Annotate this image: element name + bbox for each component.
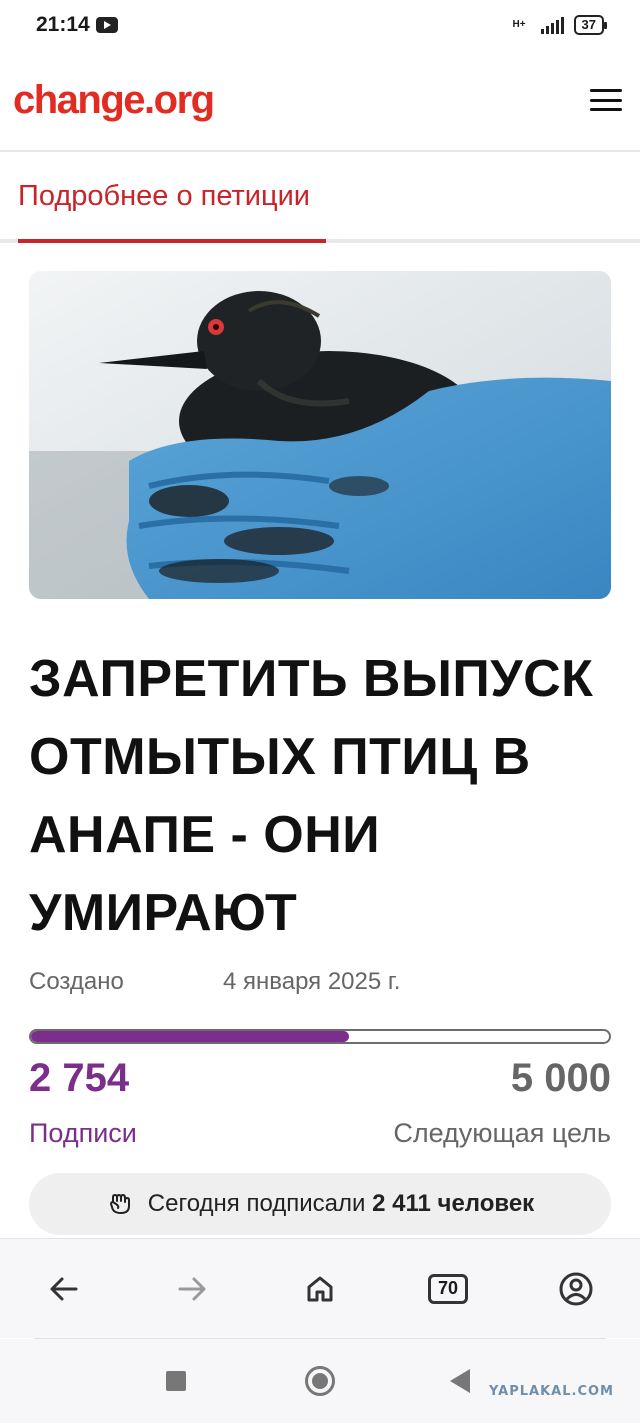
signatures-label: Подписи [29, 1118, 137, 1148]
profile-icon[interactable] [546, 1259, 606, 1319]
goal-count: 5 000 [510, 1056, 611, 1100]
browser-toolbar: 70 [0, 1238, 640, 1338]
petition-title: ЗАПРЕТИТЬ ВЫПУСК ОТМЫТЫХ ПТИЦ В АНАПЕ - … [29, 650, 594, 942]
tab-count: 70 [428, 1273, 468, 1304]
back-arrow-icon[interactable] [34, 1259, 94, 1319]
today-text: Сегодня подписали 2 411 человек [148, 1190, 534, 1218]
hamburger-menu-icon[interactable] [590, 89, 622, 111]
signature-count: 2 754 [29, 1056, 130, 1100]
progress-fill [31, 1031, 350, 1042]
home-icon[interactable] [290, 1259, 350, 1319]
battery-level: 37 [581, 17, 596, 32]
signature-progress-bar [29, 1029, 611, 1044]
created-row: Создано 4 января 2025 г. [29, 968, 611, 996]
back-triangle-icon[interactable] [440, 1361, 480, 1401]
oil-covered-bird-illustration [29, 271, 611, 599]
today-prefix: Сегодня подписали [147, 1190, 366, 1217]
created-date: 4 января 2025 г. [223, 968, 401, 995]
tab-petition-details[interactable]: Подробнее о петиции [18, 153, 326, 243]
raised-fist-icon [109, 1194, 130, 1214]
today-signed-banner: Сегодня подписали 2 411 человек [29, 1173, 611, 1235]
status-left: 21:14 [36, 13, 118, 37]
tabs-icon[interactable]: 70 [418, 1259, 478, 1319]
recents-square-icon[interactable] [156, 1361, 196, 1401]
status-bar: 21:14 H+ 37 [0, 0, 640, 50]
signal-icon [540, 16, 564, 34]
forward-arrow-icon[interactable] [162, 1259, 222, 1319]
change-org-logo[interactable]: change.org [13, 78, 215, 123]
today-count: 2 411 человек [372, 1190, 535, 1217]
goal-label: Следующая цель [393, 1118, 611, 1148]
home-circle-icon[interactable] [300, 1361, 340, 1401]
network-type: H+ [512, 19, 526, 30]
watermark: YAPLAKAL.COM [489, 1384, 614, 1399]
youtube-icon [95, 17, 118, 33]
created-label: Создано [29, 968, 124, 995]
tab-bar: Подробнее о петиции [0, 153, 640, 243]
status-right: H+ 37 [512, 15, 608, 35]
status-time: 21:14 [36, 13, 90, 36]
battery-icon: 37 [573, 15, 608, 35]
site-header: change.org [0, 50, 640, 152]
system-navigation-bar [0, 1339, 640, 1423]
petition-image [29, 271, 611, 599]
